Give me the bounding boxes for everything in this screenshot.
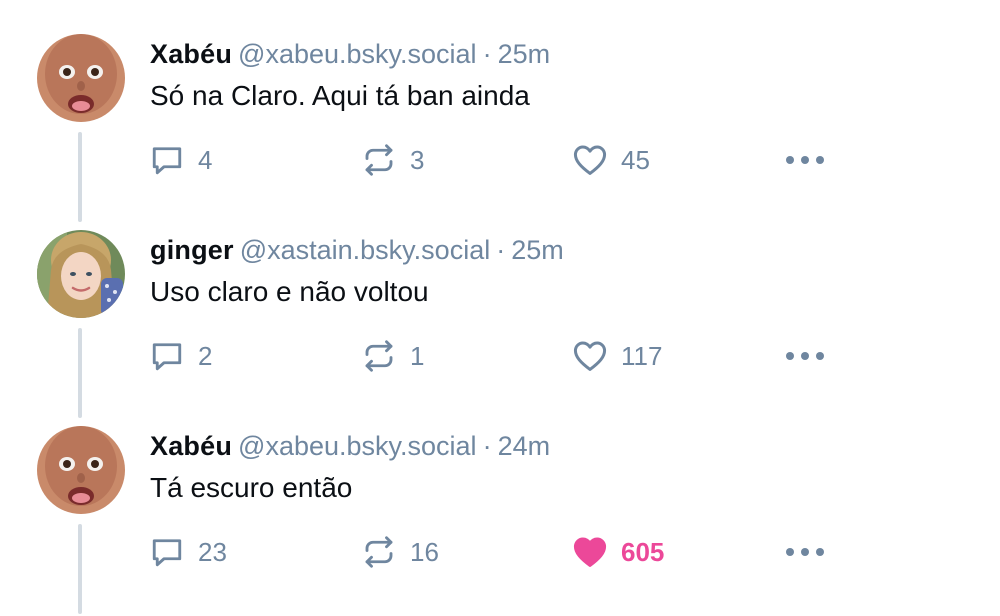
post-time[interactable]: 25m: [511, 235, 564, 265]
like-button[interactable]: 117: [571, 336, 662, 376]
repost-arrows-icon: [360, 337, 398, 375]
repost-arrows-icon: [360, 141, 398, 179]
author-handle[interactable]: @xabeu.bsky.social: [238, 39, 477, 69]
avatar-image: [37, 34, 125, 122]
repost-count: 16: [410, 536, 439, 567]
post-text: Tá escuro então: [150, 472, 353, 503]
heart-icon: [571, 337, 609, 375]
separator: ·: [482, 39, 492, 69]
post-actions: 2 1 117: [0, 336, 1000, 376]
repost-count: 1: [410, 340, 425, 371]
author-handle[interactable]: @xastain.bsky.social: [240, 235, 491, 265]
post[interactable]: ginger @xastain.bsky.social · 25m Uso claro…: [0, 196, 1000, 418]
ellipsis-icon: [782, 337, 828, 375]
separator: ·: [496, 235, 506, 265]
post-text: Uso claro e não voltou: [150, 276, 429, 307]
repost-button[interactable]: 1: [360, 336, 424, 376]
avatar[interactable]: [37, 34, 125, 122]
heart-icon: [571, 141, 609, 179]
separator: ·: [482, 431, 492, 461]
post[interactable]: Xabéu @xabeu.bsky.social · 25m Só na Claro.…: [0, 0, 1000, 222]
author-name[interactable]: Xabéu: [150, 431, 232, 461]
repost-count: 3: [410, 144, 425, 175]
reply-count: 23: [198, 536, 227, 567]
more-options-button[interactable]: [782, 532, 828, 572]
post-header: Xabéu @xabeu.bsky.social · 24m: [150, 430, 550, 462]
heart-icon: [571, 533, 609, 571]
like-count: 45: [621, 144, 650, 175]
repost-button[interactable]: 16: [360, 532, 439, 572]
post-actions: 23 16 605: [0, 532, 1000, 572]
post-header: ginger @xastain.bsky.social · 25m: [150, 234, 564, 266]
reply-count: 2: [198, 340, 213, 371]
like-button[interactable]: 45: [571, 140, 650, 180]
post-time[interactable]: 25m: [498, 39, 551, 69]
like-count: 117: [621, 340, 663, 371]
post-text: Só na Claro. Aqui tá ban ainda: [150, 80, 530, 111]
avatar-image: [37, 230, 125, 318]
speech-bubble-icon: [148, 337, 186, 375]
repost-arrows-icon: [360, 533, 398, 571]
speech-bubble-icon: [148, 141, 186, 179]
post-time[interactable]: 24m: [498, 431, 551, 461]
reply-button[interactable]: 4: [148, 140, 212, 180]
post[interactable]: Xabéu @xabeu.bsky.social · 24m Tá escuro en…: [0, 392, 1000, 614]
author-name[interactable]: Xabéu: [150, 39, 232, 69]
avatar[interactable]: [37, 230, 125, 318]
reply-count: 4: [198, 144, 213, 175]
avatar[interactable]: [37, 426, 125, 514]
author-handle[interactable]: @xabeu.bsky.social: [238, 431, 477, 461]
reply-button[interactable]: 2: [148, 336, 212, 376]
ellipsis-icon: [782, 533, 828, 571]
post-actions: 4 3 45: [0, 140, 1000, 180]
thread: Xabéu @xabeu.bsky.social · 25m Só na Claro.…: [0, 0, 1000, 616]
more-options-button[interactable]: [782, 336, 828, 376]
avatar-image: [37, 426, 125, 514]
like-button[interactable]: 605: [571, 532, 664, 572]
reply-button[interactable]: 23: [148, 532, 227, 572]
like-count: 605: [621, 536, 665, 567]
more-options-button[interactable]: [782, 140, 828, 180]
author-name[interactable]: ginger: [150, 235, 234, 265]
ellipsis-icon: [782, 141, 828, 179]
repost-button[interactable]: 3: [360, 140, 424, 180]
post-header: Xabéu @xabeu.bsky.social · 25m: [150, 38, 550, 70]
speech-bubble-icon: [148, 533, 186, 571]
